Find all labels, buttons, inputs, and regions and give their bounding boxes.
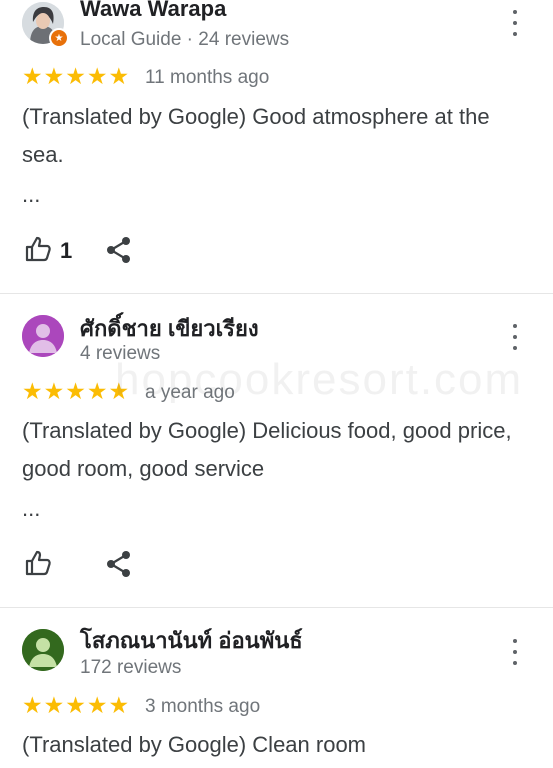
avatar[interactable] — [22, 629, 64, 671]
review-more[interactable]: ... — [22, 496, 40, 522]
star-icon: ★ — [43, 692, 65, 718]
review-time: 11 months ago — [145, 67, 270, 88]
watermark: hopcookresort.com — [115, 355, 524, 404]
star-icon: ★ — [22, 692, 43, 718]
star-icon: ★ — [65, 692, 86, 718]
thumb-up-icon[interactable] — [24, 235, 52, 263]
local-guide-badge-icon: ★ — [49, 28, 69, 48]
thumb-up-icon[interactable] — [24, 549, 52, 577]
star-rating: ★ ★ ★ ★ ★ — [22, 694, 129, 717]
star-icon: ★ — [22, 378, 43, 404]
star-icon: ★ — [65, 63, 86, 89]
star-rating: ★ ★ ★ ★ ★ — [22, 65, 129, 88]
reviewer-name[interactable]: โสภณนานันท์ อ่อนพันธ์ — [80, 623, 303, 658]
more-vertical-icon[interactable] — [505, 10, 525, 36]
more-vertical-icon[interactable] — [505, 324, 525, 350]
review-more[interactable]: ... — [22, 182, 40, 208]
reviewer-meta: Local Guide · 24 reviews — [80, 29, 290, 50]
divider — [0, 607, 553, 608]
star-icon: ★ — [65, 378, 86, 404]
share-icon[interactable] — [106, 236, 132, 264]
star-icon: ★ — [86, 378, 108, 404]
divider — [0, 293, 553, 294]
star-rating: ★ ★ ★ ★ ★ — [22, 380, 129, 403]
reviewer-meta: 172 reviews — [80, 657, 182, 678]
star-icon: ★ — [108, 63, 130, 89]
review-time: 3 months ago — [145, 696, 261, 717]
reviewer-name[interactable]: ศักดิ์ชาย เขียวเรียง — [80, 311, 259, 346]
star-icon: ★ — [22, 63, 43, 89]
review-text: (Translated by Google) Delicious food, g… — [22, 418, 512, 481]
review-text: (Translated by Google) Clean room — [22, 732, 367, 757]
like-count: 1 — [60, 238, 73, 263]
reviewer-name[interactable]: Wawa Warapa — [80, 0, 226, 22]
star-icon: ★ — [43, 378, 65, 404]
review-text: (Translated by Google) Good atmosphere a… — [22, 104, 490, 167]
star-icon: ★ — [108, 692, 130, 718]
share-icon[interactable] — [106, 550, 132, 578]
star-icon: ★ — [86, 63, 108, 89]
more-vertical-icon[interactable] — [505, 639, 525, 665]
avatar[interactable] — [22, 315, 64, 357]
star-icon: ★ — [43, 63, 65, 89]
star-icon: ★ — [86, 692, 108, 718]
